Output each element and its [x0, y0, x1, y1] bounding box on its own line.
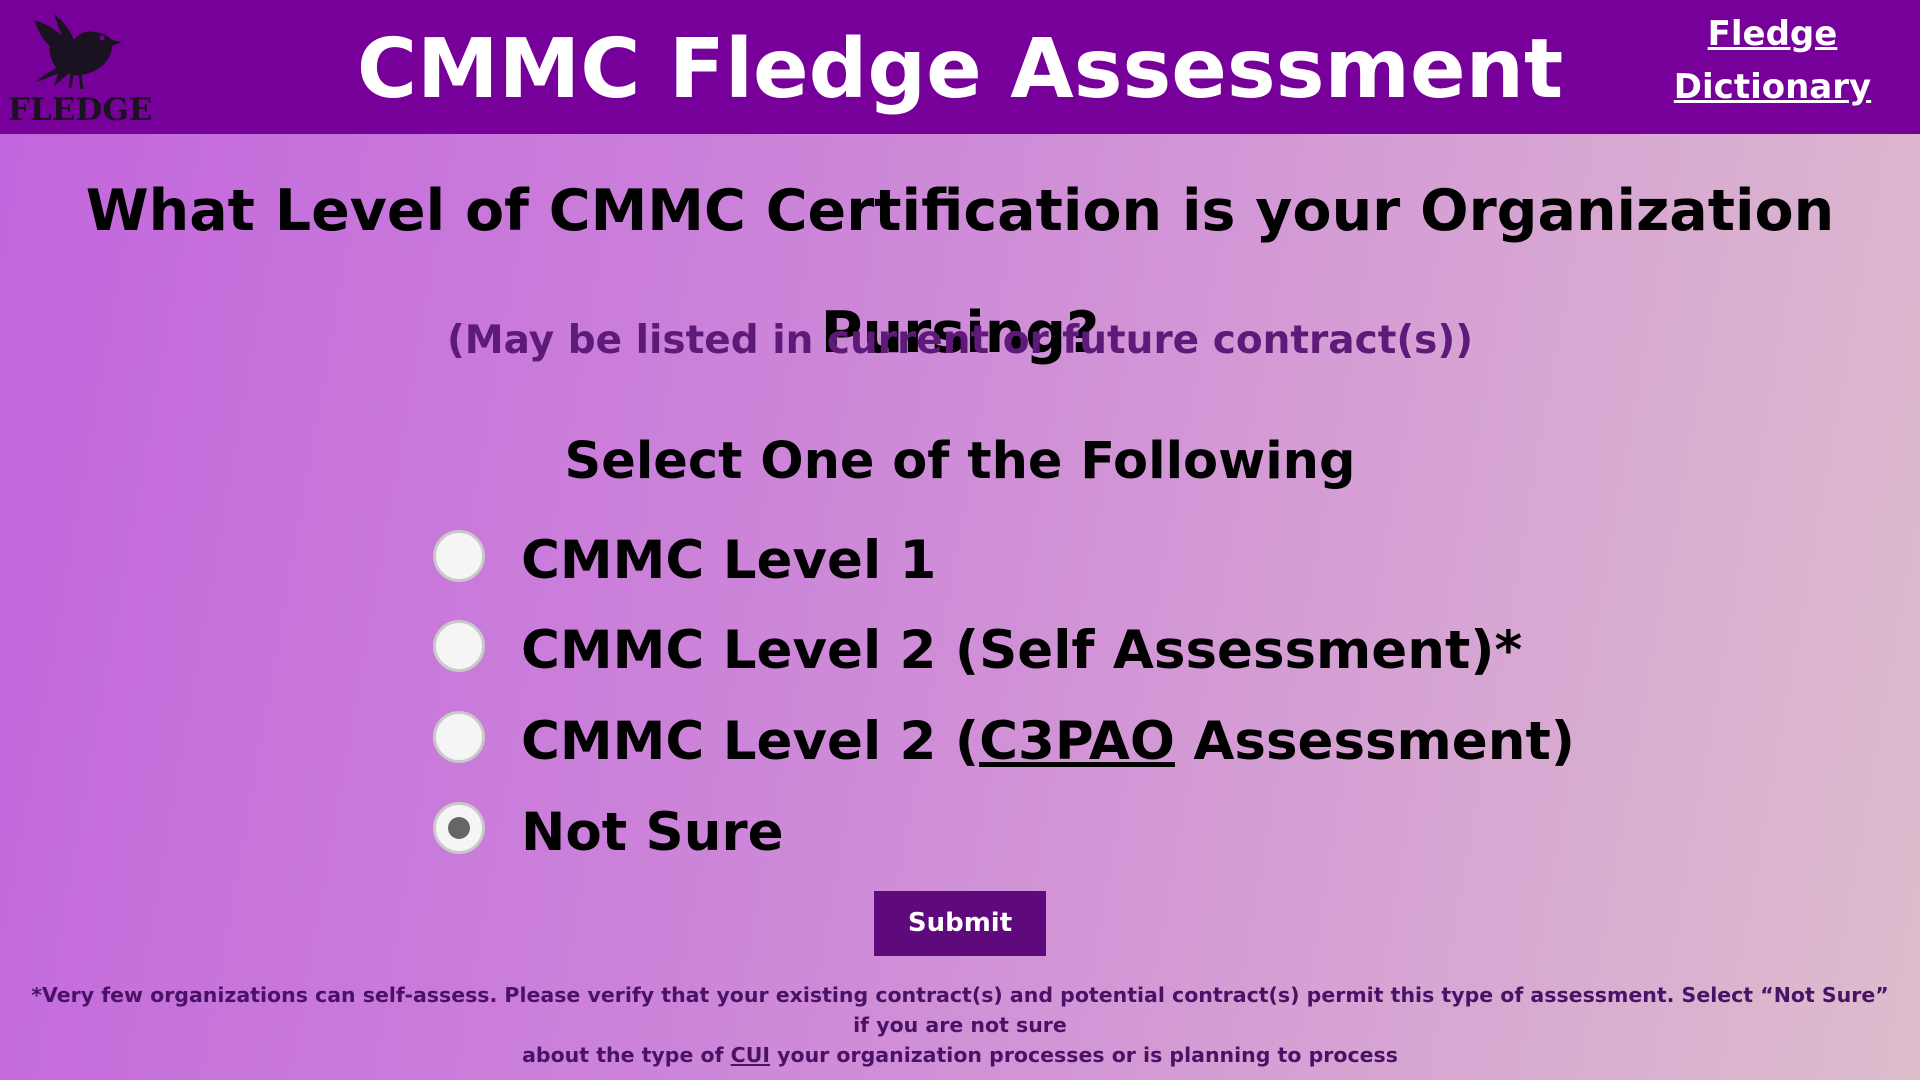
- option-cmmc-level-2-self[interactable]: CMMC Level 2 (Self Assessment)*: [433, 620, 1533, 690]
- dictionary-link-line2[interactable]: Dictionary: [1650, 61, 1895, 114]
- option-label-prefix: CMMC Level 2 (: [521, 711, 980, 772]
- c3pao-link[interactable]: C3PAO: [979, 711, 1175, 772]
- radio-selected-dot: [448, 817, 470, 839]
- page-title: CMMC Fledge Assessment: [356, 22, 1564, 117]
- question-subtitle: (May be listed in current or future cont…: [446, 318, 1474, 363]
- fledge-logo: FLEDGE: [8, 14, 152, 129]
- option-label[interactable]: CMMC Level 2 (Self Assessment)*: [521, 616, 1522, 686]
- option-label[interactable]: CMMC Level 1: [521, 526, 936, 596]
- question-line1: What Level of CMMC Certification is your…: [85, 178, 1835, 244]
- dictionary-link-line1[interactable]: Fledge: [1650, 8, 1895, 61]
- footnote-line2-suffix: your organization processes or is planni…: [769, 1043, 1398, 1067]
- footnote-line1: *Very few organizations can self-assess.…: [31, 983, 1889, 1037]
- radio-not-sure[interactable]: [433, 802, 485, 854]
- bird-icon: [34, 14, 122, 90]
- radio-cmmc-level-1[interactable]: [433, 530, 485, 582]
- option-label-suffix: Assessment): [1174, 711, 1575, 772]
- submit-button[interactable]: Submit: [874, 891, 1046, 956]
- radio-cmmc-level-2-self[interactable]: [433, 620, 485, 672]
- option-label[interactable]: Not Sure: [521, 798, 784, 868]
- header-bar: FLEDGE CMMC Fledge Assessment Fledge Dic…: [0, 0, 1920, 134]
- option-label[interactable]: CMMC Level 2 (C3PAO Assessment): [521, 707, 1575, 777]
- fledge-dictionary-link[interactable]: Fledge Dictionary: [1650, 8, 1895, 114]
- radio-cmmc-level-2-c3pao[interactable]: [433, 711, 485, 763]
- footnote: *Very few organizations can self-assess.…: [20, 980, 1900, 1070]
- option-not-sure[interactable]: Not Sure: [433, 802, 1533, 872]
- logo-text: FLEDGE: [8, 92, 153, 128]
- cui-link[interactable]: CUI: [731, 1043, 770, 1067]
- footnote-line2-prefix: about the type of: [522, 1043, 731, 1067]
- select-heading: Select One of the Following: [564, 432, 1356, 491]
- footnote-line2: about the type of CUI your organization …: [20, 1040, 1900, 1070]
- option-cmmc-level-1[interactable]: CMMC Level 1: [433, 530, 1533, 600]
- option-cmmc-level-2-c3pao[interactable]: CMMC Level 2 (C3PAO Assessment): [433, 711, 1575, 781]
